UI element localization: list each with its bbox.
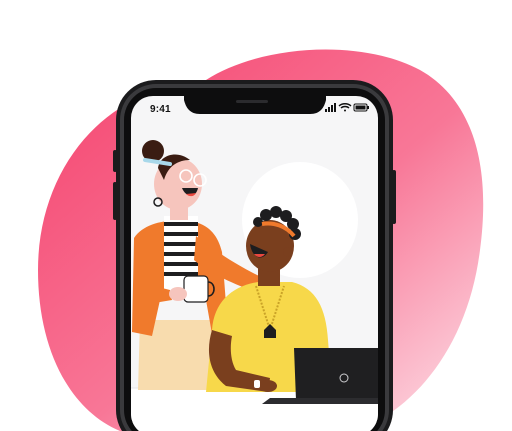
phone-notch	[184, 96, 326, 114]
status-bar-time: 9:41	[150, 104, 171, 115]
phone-screen	[131, 96, 378, 431]
hero-illustration	[38, 49, 484, 431]
